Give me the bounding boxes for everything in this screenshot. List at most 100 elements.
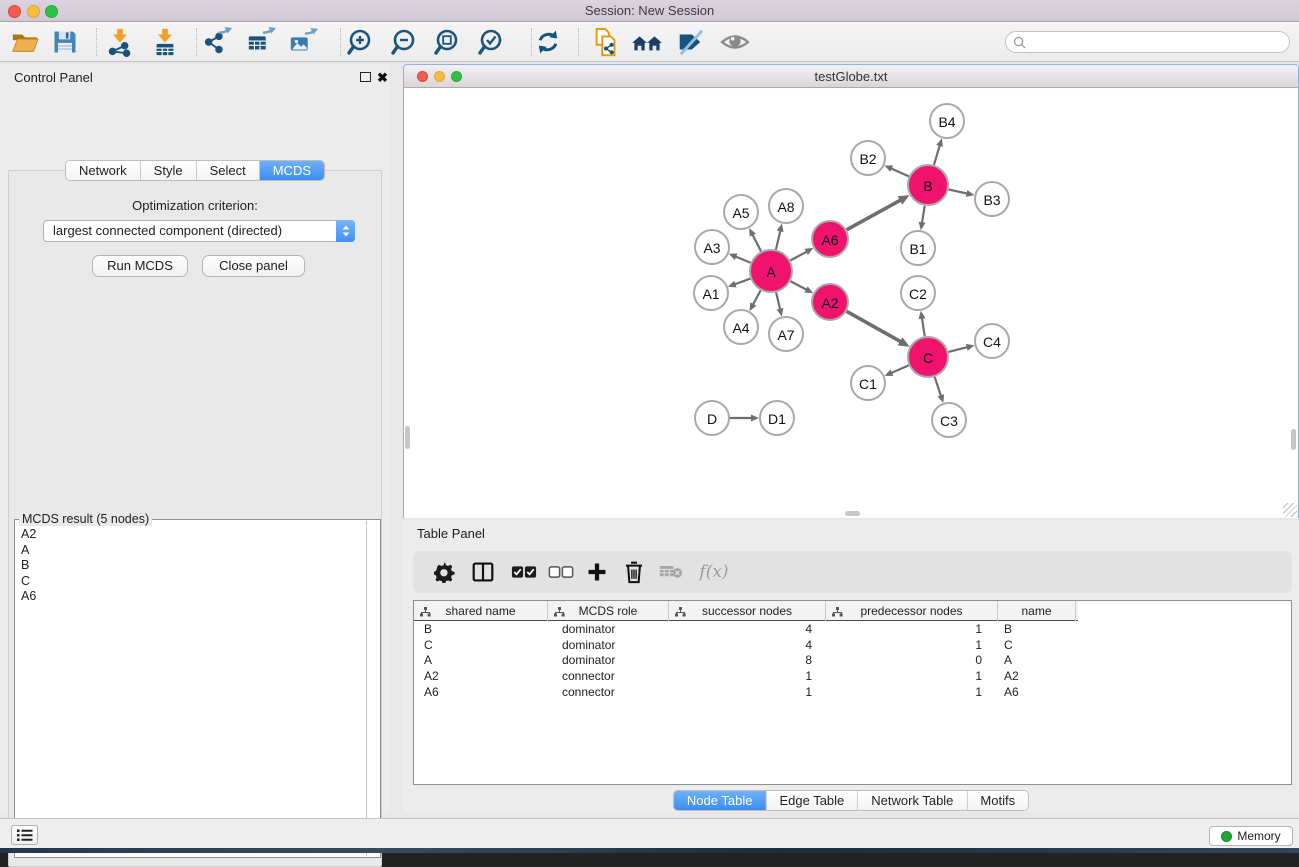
graph-edge-C-C4[interactable] <box>948 347 968 352</box>
graph-node-A8[interactable]: A8 <box>769 189 803 223</box>
horizontal-scrollbar[interactable] <box>845 511 860 516</box>
graph-node-B1[interactable]: B1 <box>901 231 935 265</box>
table-row[interactable]: Bdominator41B <box>414 621 1291 637</box>
show-graphics-details-button[interactable] <box>719 26 751 58</box>
table-options-gear-button[interactable] <box>428 551 462 593</box>
graph-node-A[interactable]: A <box>750 250 792 292</box>
graph-node-B2[interactable]: B2 <box>851 141 885 175</box>
function-builder-button[interactable]: f(x) <box>692 551 736 593</box>
tab-edge-table[interactable]: Edge Table <box>766 791 858 810</box>
graph-edge-A-A7[interactable] <box>776 292 780 310</box>
graph-node-C[interactable]: C <box>908 337 948 377</box>
zoom-selected-button[interactable] <box>476 26 508 58</box>
column-header-successor-nodes[interactable]: successor nodes <box>669 601 826 621</box>
column-header-MCDS-role[interactable]: MCDS role <box>548 601 669 621</box>
graph-node-A5[interactable]: A5 <box>724 195 758 229</box>
zoom-out-button[interactable] <box>389 26 421 58</box>
run-mcds-button[interactable]: Run MCDS <box>92 255 188 277</box>
first-neighbors-button[interactable] <box>631 26 663 58</box>
export-table-button[interactable] <box>245 26 277 58</box>
task-history-button[interactable] <box>11 825 38 845</box>
tab-motifs[interactable]: Motifs <box>967 791 1028 810</box>
tab-network[interactable]: Network <box>66 161 141 180</box>
graph-node-C4[interactable]: C4 <box>975 324 1009 358</box>
network-window-titlebar[interactable]: testGlobe.txt <box>404 65 1298 88</box>
tab-node-table[interactable]: Node Table <box>674 791 767 810</box>
deselect-all-rows-button[interactable] <box>544 551 578 593</box>
graph-edge-A-A2[interactable] <box>790 281 807 290</box>
table-row[interactable]: A6connector11A6 <box>414 684 1291 700</box>
network-canvas[interactable]: B4 B2 B B3 A8 A5 A6 A3 B1 A A1 C2 A2 A4 A7 C4 C C1 C3 D D1 <box>404 88 1298 518</box>
graph-node-A4[interactable]: A4 <box>724 310 758 344</box>
select-all-rows-button[interactable] <box>507 551 541 593</box>
import-table-button[interactable] <box>149 26 181 58</box>
delete-column-button[interactable] <box>617 551 651 593</box>
float-panel-icon[interactable] <box>360 72 371 82</box>
graph-node-A1[interactable]: A1 <box>694 276 728 310</box>
graph-edge-C-C3[interactable] <box>935 377 942 397</box>
graph-node-C1[interactable]: C1 <box>851 366 885 400</box>
graph-node-A2[interactable]: A2 <box>812 284 848 320</box>
graph-edge-A-A8[interactable] <box>776 229 781 249</box>
memory-button[interactable]: Memory <box>1209 826 1293 846</box>
graph-node-D[interactable]: D <box>695 401 729 435</box>
export-image-button[interactable] <box>287 26 319 58</box>
graph-node-C3[interactable]: C3 <box>932 403 966 437</box>
graph-node-D1[interactable]: D1 <box>760 401 794 435</box>
tab-select[interactable]: Select <box>197 161 260 180</box>
open-session-button[interactable] <box>9 26 41 58</box>
graph-edge-B-B3[interactable] <box>949 189 969 193</box>
import-network-button[interactable] <box>104 26 136 58</box>
result-scrollbar[interactable] <box>366 521 379 856</box>
new-network-from-selection-button[interactable] <box>590 26 622 58</box>
graph-node-A7[interactable]: A7 <box>769 317 803 351</box>
table-row[interactable]: Adominator80A <box>414 652 1291 668</box>
close-panel-icon[interactable]: ✖ <box>377 73 388 83</box>
zoom-in-button[interactable] <box>345 26 377 58</box>
resize-grip[interactable] <box>1283 503 1297 517</box>
close-panel-button[interactable]: Close panel <box>202 255 305 277</box>
update-network-button[interactable] <box>532 26 564 58</box>
graph-node-C2[interactable]: C2 <box>901 276 935 310</box>
tab-mcds[interactable]: MCDS <box>260 161 324 180</box>
result-item[interactable]: A2 <box>21 527 366 543</box>
graph-edge-B-B2[interactable] <box>890 168 909 177</box>
graph-node-B4[interactable]: B4 <box>930 104 964 138</box>
graph-node-A6[interactable]: A6 <box>812 221 848 257</box>
tab-style[interactable]: Style <box>141 161 197 180</box>
graph-edge-A-A6[interactable] <box>790 251 808 261</box>
vertical-scrollbar-left[interactable] <box>405 426 410 449</box>
result-item[interactable]: C <box>21 574 366 590</box>
delete-table-button[interactable] <box>654 551 688 593</box>
graph-edge-C-C1[interactable] <box>890 365 909 373</box>
graph-edge-A-A4[interactable] <box>752 290 760 305</box>
save-session-button[interactable] <box>49 26 81 58</box>
graph-edge-A-A3[interactable] <box>734 256 750 263</box>
column-header-name[interactable]: name <box>998 601 1076 621</box>
graph-edge-A-A5[interactable] <box>752 233 761 251</box>
fit-content-button[interactable] <box>432 26 464 58</box>
export-network-button[interactable] <box>202 26 234 58</box>
add-column-button[interactable] <box>580 551 614 593</box>
tab-network-table[interactable]: Network Table <box>858 791 967 810</box>
table-row[interactable]: Cdominator41C <box>414 637 1291 653</box>
show-columns-button[interactable] <box>466 551 500 593</box>
graph-edge-B-B1[interactable] <box>922 206 925 225</box>
hide-labels-button[interactable] <box>674 26 706 58</box>
result-item[interactable]: A6 <box>21 589 366 605</box>
graph-edge-C-C2[interactable] <box>922 317 925 337</box>
graph-edge-A6-B[interactable] <box>847 199 902 229</box>
graph-node-A3[interactable]: A3 <box>695 230 729 264</box>
criterion-dropdown[interactable]: largest connected component (directed) <box>43 220 355 242</box>
result-item[interactable]: B <box>21 558 366 574</box>
result-item[interactable]: A <box>21 543 366 559</box>
graph-node-B[interactable]: B <box>908 165 948 205</box>
graph-edge-A2-C[interactable] <box>847 311 902 342</box>
column-header-shared-name[interactable]: shared name <box>414 601 548 621</box>
graph-node-B3[interactable]: B3 <box>975 182 1009 216</box>
table-row[interactable]: A2connector11A2 <box>414 668 1291 684</box>
vertical-scrollbar-right[interactable] <box>1291 429 1296 450</box>
graph-edge-A-A1[interactable] <box>734 279 751 285</box>
search-input[interactable] <box>1030 35 1289 49</box>
graph-edge-B-B4[interactable] <box>934 144 940 165</box>
